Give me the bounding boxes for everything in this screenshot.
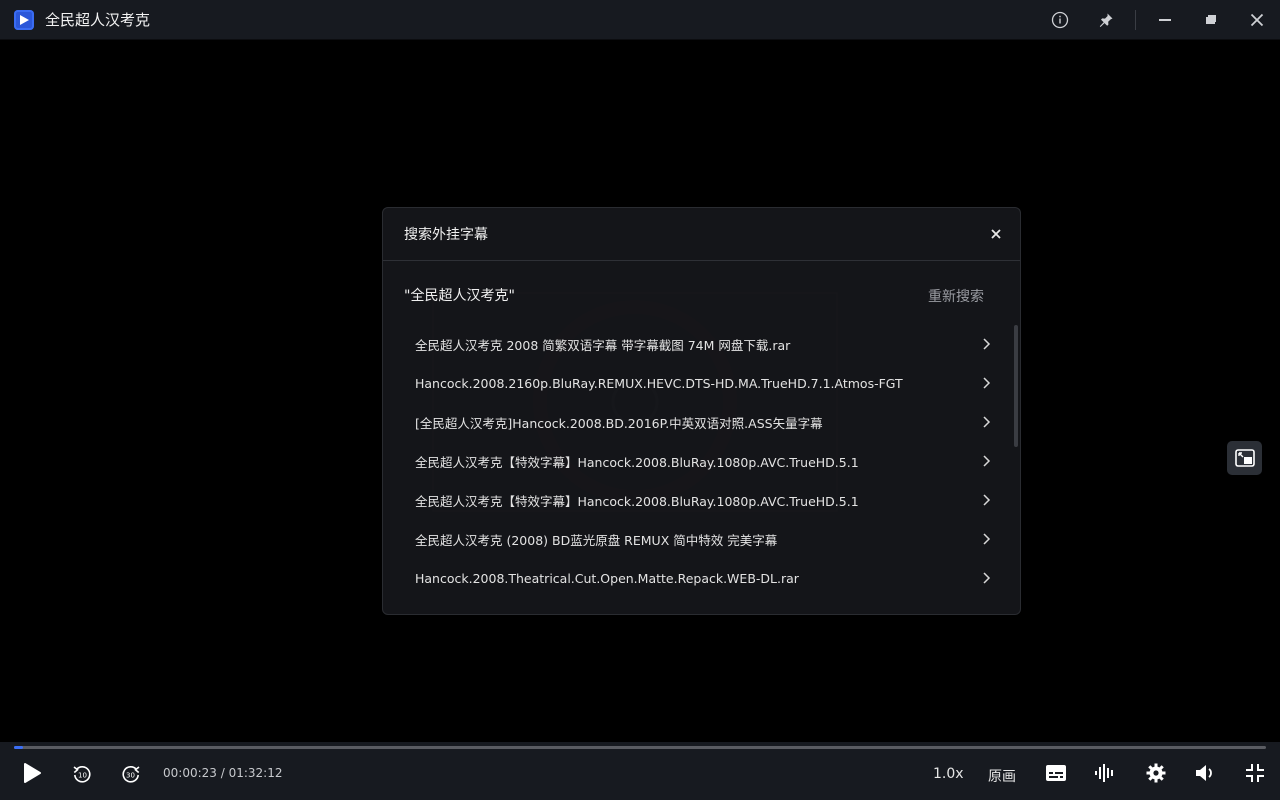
quality-button[interactable]: 原画 xyxy=(988,766,1016,786)
pin-icon xyxy=(1099,13,1113,27)
chevron-right-icon xyxy=(983,455,991,467)
result-list: 全民超人汉考克 2008 简繁双语字幕 带字幕截图 74M 网盘下载.rar Ha… xyxy=(383,325,1020,598)
result-item[interactable]: [全民超人汉考克]Hancock.2008.BD.2016P.中英双语对照.AS… xyxy=(383,403,1020,442)
result-item[interactable]: 全民超人汉考克 (2008) BD蓝光原盘 REMUX 简中特效 完美字幕 xyxy=(383,520,1020,559)
window-title: 全民超人汉考克 xyxy=(45,11,151,29)
result-item-label: 全民超人汉考克 (2008) BD蓝光原盘 REMUX 简中特效 完美字幕 xyxy=(415,533,778,548)
pin-button[interactable] xyxy=(1083,0,1129,39)
result-item-label: 全民超人汉考克 2008 简繁双语字幕 带字幕截图 74M 网盘下载.rar xyxy=(415,338,791,353)
result-item[interactable]: 全民超人汉考克【特效字幕】Hancock.2008.BluRay.1080p.A… xyxy=(383,481,1020,520)
chevron-right-icon xyxy=(983,572,991,584)
info-icon xyxy=(1051,11,1069,28)
progress-fill xyxy=(14,746,23,749)
search-query: "全民超人汉考克" xyxy=(404,288,515,304)
dialog-title: 搜索外挂字幕 xyxy=(404,227,488,243)
result-item-label: Hancock.2008.Theatrical.Cut.Open.Matte.R… xyxy=(415,571,799,586)
chevron-right-icon xyxy=(983,377,991,389)
close-window-button[interactable] xyxy=(1234,0,1280,39)
chevron-right-icon xyxy=(983,533,991,545)
result-item-label: 全民超人汉考克【特效字幕】Hancock.2008.BluRay.1080p.A… xyxy=(415,494,859,509)
forward-30-button[interactable]: 30 xyxy=(119,762,143,786)
progress-bar[interactable] xyxy=(14,746,1266,749)
chevron-right-icon xyxy=(983,494,991,506)
settings-button[interactable] xyxy=(1144,762,1168,784)
subtitle-icon xyxy=(1046,765,1066,781)
result-item[interactable]: 全民超人汉考克【特效字幕】Hancock.2008.BluRay.1080p.A… xyxy=(383,442,1020,481)
gear-icon xyxy=(1146,763,1166,783)
app-logo-icon xyxy=(14,9,34,30)
subtitle-button[interactable] xyxy=(1044,763,1068,783)
svg-text:10: 10 xyxy=(78,772,87,780)
dialog-header: 搜索外挂字幕 xyxy=(383,208,1020,261)
research-button[interactable]: 重新搜索 xyxy=(928,286,984,306)
svg-text:30: 30 xyxy=(126,772,135,780)
dialog-close-button[interactable] xyxy=(986,224,1006,244)
result-item[interactable]: 全民超人汉考克 2008 简繁双语字幕 带字幕截图 74M 网盘下载.rar xyxy=(383,325,1020,364)
title-bar: 全民超人汉考克 xyxy=(0,0,1280,40)
query-row: "全民超人汉考克" 重新搜索 xyxy=(383,261,1020,325)
titlebar-divider xyxy=(1135,9,1136,30)
exit-fullscreen-button[interactable] xyxy=(1243,762,1267,784)
volume-icon xyxy=(1196,765,1212,781)
restore-icon xyxy=(1206,14,1216,24)
result-item[interactable]: Hancock.2008.2160p.BluRay.REMUX.HEVC.DTS… xyxy=(383,364,1020,403)
minimize-icon xyxy=(1159,18,1171,21)
picture-in-picture-icon xyxy=(1234,449,1255,467)
playback-rate-button[interactable]: 1.0x xyxy=(933,766,964,782)
minimize-button[interactable] xyxy=(1142,0,1188,39)
subtitle-search-dialog: 搜索外挂字幕 "全民超人汉考克" 重新搜索 全民超人汉考克 2008 简繁双语字… xyxy=(382,207,1021,615)
result-item-label: Hancock.2008.2160p.BluRay.REMUX.HEVC.DTS… xyxy=(415,376,903,391)
picture-in-picture-button[interactable] xyxy=(1227,441,1262,475)
result-item-label: [全民超人汉考克]Hancock.2008.BD.2016P.中英双语对照.AS… xyxy=(415,416,823,431)
audio-waveform-icon xyxy=(1095,764,1113,782)
scrollbar[interactable] xyxy=(1014,325,1018,447)
control-bar: 10 30 00:00:23 / 01:32:12 1.0x 原画 xyxy=(0,742,1280,800)
forward-30-icon: 30 xyxy=(122,766,140,783)
close-icon xyxy=(1250,13,1264,26)
play-button[interactable] xyxy=(20,760,44,786)
time-display: 00:00:23 / 01:32:12 xyxy=(163,766,283,780)
chevron-right-icon xyxy=(983,338,991,350)
rewind-10-icon: 10 xyxy=(73,766,91,783)
result-item[interactable]: Hancock.2008.Theatrical.Cut.Open.Matte.R… xyxy=(383,559,1020,598)
volume-button[interactable] xyxy=(1194,763,1218,783)
result-item-label: 全民超人汉考克【特效字幕】Hancock.2008.BluRay.1080p.A… xyxy=(415,455,859,470)
audio-track-button[interactable] xyxy=(1093,762,1117,784)
info-button[interactable] xyxy=(1037,0,1083,39)
play-icon xyxy=(24,763,41,783)
rewind-10-button[interactable]: 10 xyxy=(70,762,94,786)
chevron-right-icon xyxy=(983,416,991,428)
close-icon xyxy=(991,229,1001,239)
restore-button[interactable] xyxy=(1188,0,1234,39)
exit-fullscreen-icon xyxy=(1246,764,1264,782)
